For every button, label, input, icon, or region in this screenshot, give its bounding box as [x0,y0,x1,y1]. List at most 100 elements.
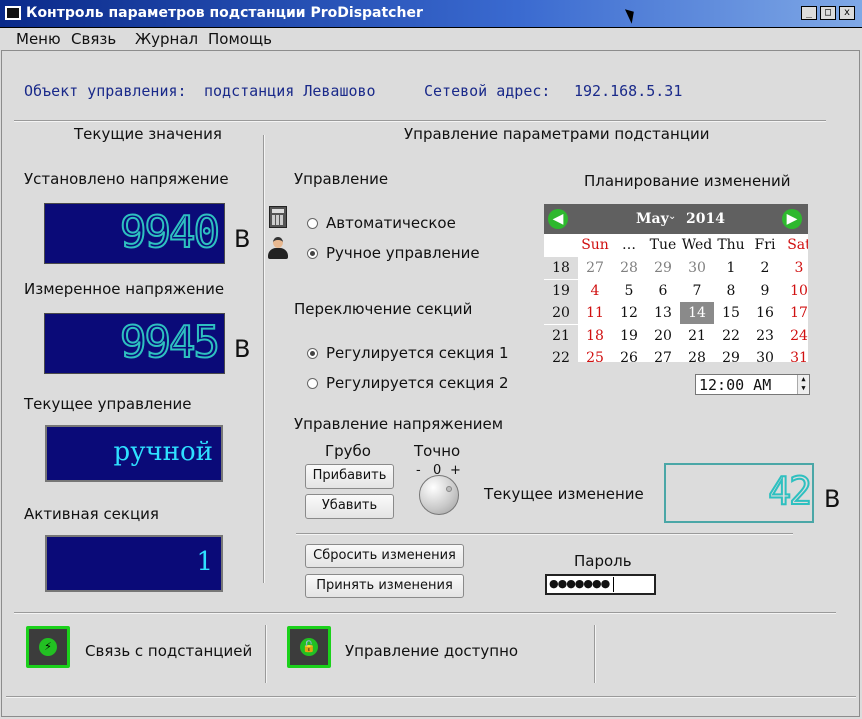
calendar-year[interactable]: 2014 [686,211,725,227]
auto-mode-label[interactable]: Автоматическое [326,214,456,232]
auto-mode-radio[interactable] [307,218,318,229]
calendar-day[interactable]: 9 [748,280,782,302]
calendar-week-number: 18 [544,257,578,279]
time-spinner-icon[interactable]: ▲ ▼ [797,375,809,394]
control-panel-title: Управление параметрами подстанции [404,125,710,143]
calendar-week-number: 19 [544,279,578,302]
calendar-day[interactable]: 18 [578,325,612,347]
section2-radio[interactable] [307,378,318,389]
calendar-day[interactable]: 21 [680,325,714,347]
text-cursor [613,577,614,592]
calendar-day[interactable]: 29 [714,347,748,362]
voltage-control-label: Управление напряжением [294,415,504,433]
current-control-label: Текущее управление [24,395,192,413]
section1-radio[interactable] [307,348,318,359]
calendar-day[interactable]: 23 [748,325,782,347]
current-control-value: ручной [113,437,213,467]
calendar-day[interactable]: 15 [714,302,748,324]
maximize-button[interactable]: □ [820,6,836,20]
calendar-day-header: Fri [754,237,776,253]
calendar-day[interactable]: 30 [680,257,714,279]
calendar-day[interactable]: 13 [646,302,680,324]
close-button[interactable]: x [839,6,855,20]
calendar-day[interactable]: 27 [578,257,612,279]
measured-voltage-label: Измеренное напряжение [24,280,225,298]
calendar-day[interactable]: 29 [646,257,680,279]
calendar-day[interactable]: 31 [782,347,808,362]
calendar-day[interactable]: 10 [782,280,808,302]
calendar-day[interactable]: 28 [680,347,714,362]
control-label: Управление [294,170,389,188]
month-dropdown-chevron-icon[interactable]: ⌄ [668,211,676,222]
calendar-day[interactable]: 8 [714,280,748,302]
menu-item-journal[interactable]: Журнал [135,30,198,48]
section-switch-label: Переключение секций [294,300,473,318]
password-value: ●●●●●●● [549,577,610,590]
calendar-day[interactable]: 22 [714,325,748,347]
divider-vertical [263,135,265,583]
password-label: Пароль [574,552,632,570]
menu-item-menu[interactable]: Меню [16,30,61,48]
calendar-day-header: Sat [787,237,808,253]
status-divider-2 [594,625,596,683]
active-section-value: 1 [196,547,213,577]
prev-month-arrow-icon[interactable]: ◀ [548,209,568,229]
set-voltage-label: Установлено напряжение [24,170,229,188]
calendar-day[interactable]: 4 [578,280,612,302]
connection-status-icon[interactable]: ⚡ [26,626,70,668]
knob-minus: - [416,463,421,478]
next-month-arrow-icon[interactable]: ▶ [782,209,802,229]
calendar-day[interactable]: 5 [612,280,646,302]
menu-item-help[interactable]: Помощь [208,30,272,48]
active-section-label: Активная секция [24,505,159,523]
plug-icon: ⚡ [39,638,57,656]
section1-label[interactable]: Регулируется секция 1 [326,344,509,362]
password-field[interactable]: ●●●●●●● [545,574,656,595]
calendar-day[interactable]: 1 [714,257,748,279]
calendar-day[interactable]: 7 [680,280,714,302]
calendar-day-header: … [622,237,636,253]
object-value: подстанция Левашово [204,82,376,100]
calendar-day[interactable]: 30 [748,347,782,362]
address-value: 192.168.5.31 [574,82,683,100]
status-bar-line [6,696,856,698]
calendar-day[interactable]: 12 [612,302,646,324]
calendar-day[interactable]: 3 [782,257,808,279]
calendar-week-number: 21 [544,324,578,347]
apply-changes-button[interactable]: Принять изменения [305,574,464,598]
calendar-day[interactable]: 6 [646,280,680,302]
section2-label[interactable]: Регулируется секция 2 [326,374,509,392]
calendar-day[interactable]: 11 [578,302,612,324]
add-button[interactable]: Прибавить [305,464,394,489]
calendar-day[interactable]: 14 [680,302,714,324]
app-icon[interactable] [5,6,21,20]
manual-mode-radio[interactable] [307,248,318,259]
control-status-icon[interactable]: 🔓 [287,626,331,668]
calendar-day[interactable]: 25 [578,347,612,362]
calendar-day[interactable]: 26 [612,347,646,362]
calendar-day[interactable]: 24 [782,325,808,347]
manual-mode-label[interactable]: Ручное управление [326,244,480,262]
calendar-day-header: Thu [717,237,745,253]
calendar-day[interactable]: 19 [612,325,646,347]
calendar-day[interactable]: 28 [612,257,646,279]
calendar-day[interactable]: 27 [646,347,680,362]
time-value: 12:00 AM [699,376,772,394]
minimize-button[interactable]: _ [801,6,817,20]
title-bar: Контроль параметров подстанции ProDispat… [0,0,862,28]
calendar-week-number: 20 [544,302,578,324]
measured-voltage-display: 9945 [44,313,225,374]
calendar-day[interactable]: 17 [782,302,808,324]
set-voltage-value: 9940 [119,207,221,259]
menu-item-connection[interactable]: Связь [71,30,116,48]
reset-changes-button[interactable]: Сбросить изменения [305,544,464,568]
calendar-day[interactable]: 16 [748,302,782,324]
calendar-day[interactable]: 20 [646,325,680,347]
time-input[interactable]: 12:00 AM ▲ ▼ [695,374,810,395]
menu-bar: Меню Связь Журнал Помощь [0,28,862,50]
planning-label: Планирование изменений [584,172,791,190]
subtract-button[interactable]: Убавить [305,494,394,519]
fine-tune-knob[interactable] [419,475,459,515]
calendar-month[interactable]: May [636,211,669,227]
calendar-day[interactable]: 2 [748,257,782,279]
